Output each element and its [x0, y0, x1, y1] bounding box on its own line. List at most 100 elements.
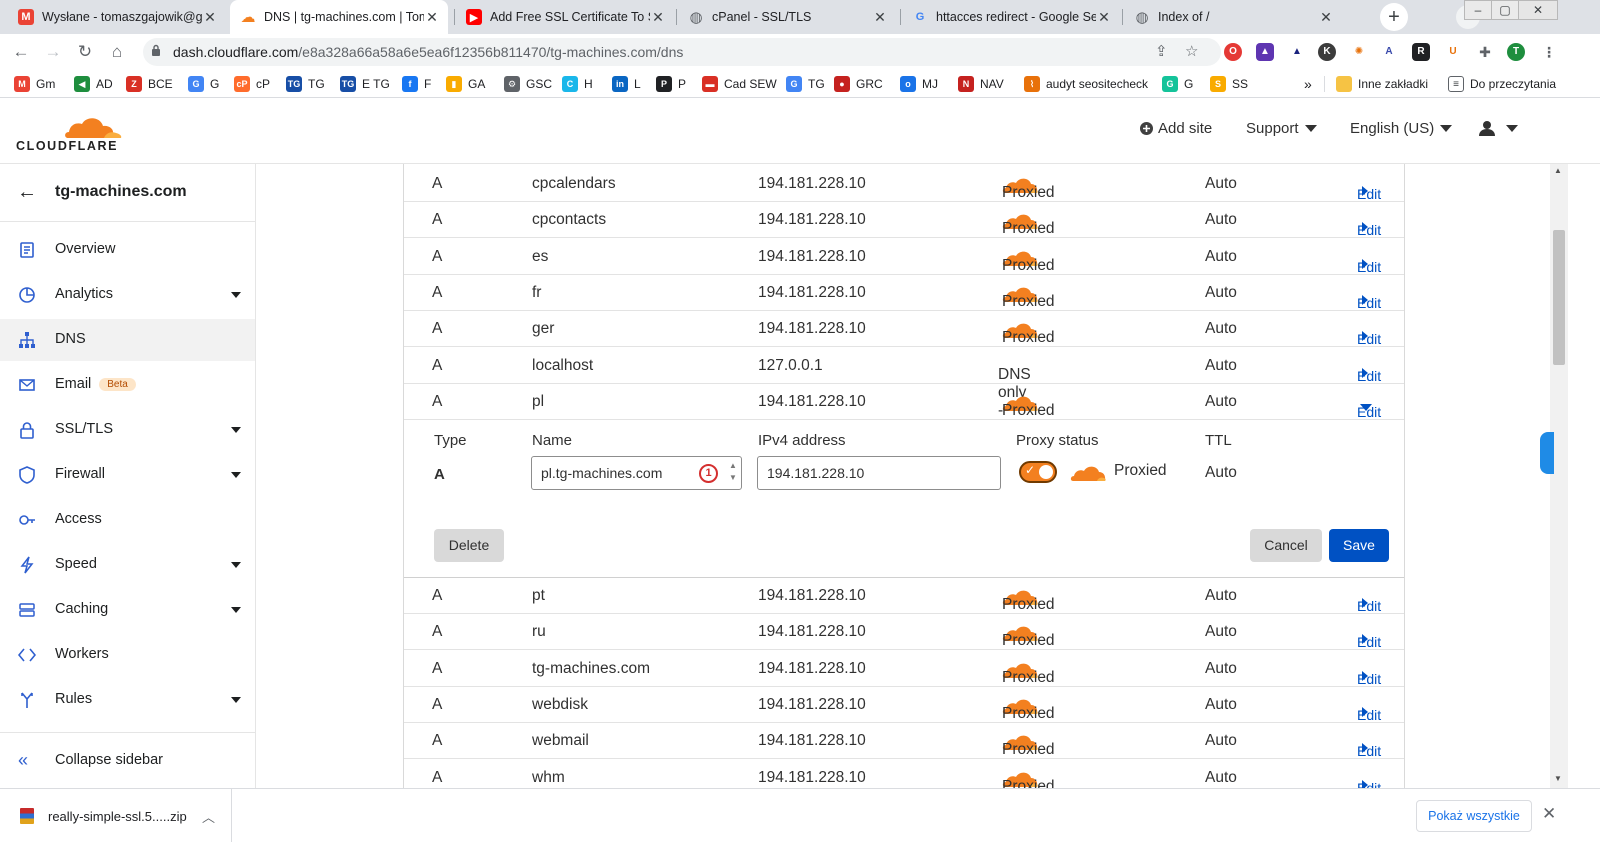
profile-avatar[interactable]: T	[1507, 43, 1525, 61]
chevron-down-icon[interactable]	[231, 472, 241, 478]
cloudflare-logo[interactable]: CLOUDFLARE	[16, 112, 126, 153]
bookmark-item[interactable]: cP cP	[234, 75, 270, 93]
download-item[interactable]: really-simple-ssl.5.....zip ︿	[0, 789, 232, 843]
back-arrow-icon[interactable]: ←	[8, 39, 34, 65]
dns-record-row[interactable]: Awebmail 194.181.228.10 Proxied Auto Edit	[404, 723, 1404, 760]
dns-record-row[interactable]: Acpcontacts 194.181.228.10 Proxied Auto Edit	[404, 202, 1404, 239]
bookmark-star-icon[interactable]: ☆	[1185, 42, 1198, 60]
tab-close-icon[interactable]: ✕	[1318, 9, 1334, 26]
sidebar-item-caching[interactable]: Caching	[0, 589, 255, 631]
chevron-down-icon[interactable]	[231, 562, 241, 568]
dns-record-row[interactable]: Apt 194.181.228.10 Proxied Auto Edit	[404, 578, 1404, 614]
reload-icon[interactable]: ↻	[72, 39, 98, 65]
sidebar-item-access[interactable]: Access	[0, 499, 255, 541]
site-selector[interactable]: ← tg-machines.com	[0, 164, 255, 222]
dns-record-row[interactable]: Afr 194.181.228.10 Proxied Auto Edit	[404, 275, 1404, 311]
user-menu[interactable]	[1478, 120, 1518, 136]
dns-record-row[interactable]: Apl 194.181.228.10 Proxied Auto Edit	[404, 384, 1404, 420]
extensions-puzzle-icon[interactable]: ✚	[1476, 43, 1494, 61]
sidebar-item-speed[interactable]: Speed	[0, 544, 255, 586]
browser-menu-icon[interactable]: ⋮	[1540, 43, 1558, 61]
u-extension-icon[interactable]: U	[1444, 43, 1462, 61]
dns-record-row[interactable]: Atg-machines.com 194.181.228.10 Proxied Aut…	[404, 651, 1404, 687]
address-bar[interactable]: dash.cloudflare.com/e8a328a66a58a6e5ea6f…	[143, 38, 1221, 66]
proxy-status-toggle[interactable]: ✓	[1019, 461, 1057, 483]
bookmark-item[interactable]: M Gm	[14, 75, 55, 93]
r-extension-icon[interactable]: R	[1412, 43, 1430, 61]
bookmark-item[interactable]: ▮ GA	[446, 75, 485, 93]
browser-tab[interactable]: Ghttacces redirect - Google Sear ✕	[902, 0, 1120, 34]
bookmark-item[interactable]: N NAV	[958, 75, 1004, 93]
browser-tab[interactable]: ☁ DNS | tg-machines.com | Toma ✕	[230, 0, 448, 34]
delete-button[interactable]: Delete	[434, 529, 504, 562]
bookmark-item[interactable]: fF	[402, 75, 431, 93]
dns-record-row[interactable]: Aru 194.181.228.10 Proxied Auto Edit	[404, 614, 1404, 651]
bookmark-item[interactable]: ⌇ audyt seositecheck	[1024, 75, 1148, 93]
bookmark-item[interactable]: ⚙ GSC	[504, 75, 552, 93]
tab-close-icon[interactable]: ✕	[872, 9, 888, 26]
bookmark-item[interactable]: TG E TG	[340, 75, 390, 93]
sidebar-item-analytics[interactable]: Analytics	[0, 274, 255, 316]
sidebar-item-email[interactable]: Email Beta	[0, 364, 255, 406]
sidebar-item-ssl-tls[interactable]: SSL/TLS	[0, 409, 255, 451]
sidebar-item-firewall[interactable]: Firewall	[0, 454, 255, 496]
browser-tab[interactable]: ◍ Index of / ✕	[1124, 0, 1342, 34]
browser-tab[interactable]: M Wysłane - tomaszgajowik@gm ✕	[8, 0, 226, 34]
bookmark-item[interactable]: Z BCE	[126, 75, 173, 93]
dns-record-row[interactable]: Aes 194.181.228.10 Proxied Auto Edit	[404, 239, 1404, 275]
gear-extension-icon[interactable]: ✺	[1350, 43, 1368, 61]
reading-list-button[interactable]: ≡ Do przeczytania	[1448, 75, 1556, 93]
dns-record-row[interactable]: Awhm 194.181.228.10 Proxied Auto Edit	[404, 760, 1404, 788]
new-tab-button[interactable]: +	[1380, 3, 1408, 31]
language-menu[interactable]: English (US)	[1350, 120, 1453, 137]
chevron-down-icon[interactable]	[231, 697, 241, 703]
share-icon[interactable]: ⇪	[1155, 42, 1168, 60]
bookmark-item[interactable]: G TG	[786, 75, 825, 93]
collapse-sidebar-button[interactable]: « Collapse sidebar	[0, 732, 255, 782]
add-site-button[interactable]: Add site	[1140, 120, 1212, 137]
bookmark-item[interactable]: in L	[612, 75, 641, 93]
dns-record-row[interactable]: Awebdisk 194.181.228.10 Proxied Auto Edit	[404, 687, 1404, 723]
support-menu[interactable]: Support	[1246, 120, 1317, 137]
browser-tab[interactable]: ▶ Add Free SSL Certificate To Sub✕	[456, 0, 674, 34]
translate-extension-icon[interactable]: A	[1380, 43, 1398, 61]
browser-tab[interactable]: ◍ cPanel - SSL/TLS ✕	[678, 0, 896, 34]
bookmark-item[interactable]: S SS	[1210, 75, 1248, 93]
page-scrollbar[interactable]: ▲ ▼	[1550, 164, 1568, 788]
show-all-downloads-button[interactable]: Pokaż wszystkie	[1416, 800, 1532, 832]
other-bookmarks-folder[interactable]: Inne zakładki	[1336, 75, 1428, 93]
dns-record-row[interactable]: Alocalhost127.0.0.1DNS only - local IPAu…	[404, 348, 1404, 455]
bookmarks-overflow-button[interactable]: »	[1304, 75, 1312, 93]
input-spinner[interactable]: ▲ ▼	[727, 460, 739, 486]
bookmark-item[interactable]: CH	[562, 75, 593, 93]
tab-close-icon[interactable]: ✕	[1096, 9, 1112, 26]
chevron-up-icon[interactable]: ︿	[202, 807, 215, 826]
sidebar-item-overview[interactable]: Overview	[0, 229, 255, 271]
home-icon[interactable]: ⌂	[104, 39, 130, 65]
tab-close-icon[interactable]: ✕	[424, 9, 440, 26]
bookmark-item[interactable]: ◀ AD	[74, 75, 113, 93]
opera-extension-icon[interactable]: O	[1224, 43, 1242, 61]
forward-arrow-icon[interactable]: →	[40, 39, 66, 65]
chevron-down-icon[interactable]	[231, 292, 241, 298]
save-button[interactable]: Save	[1329, 529, 1389, 562]
bookmark-item[interactable]: ▬ Cad SEW	[702, 75, 777, 93]
floating-side-tab[interactable]	[1540, 432, 1554, 474]
close-icon[interactable]: ✕	[1542, 804, 1556, 824]
bookmark-item[interactable]: GG	[1162, 75, 1193, 93]
bookmark-item[interactable]: PP	[656, 75, 686, 93]
triangle-extension-icon[interactable]: ▲	[1288, 43, 1306, 61]
bookmark-item[interactable]: o MJ	[900, 75, 938, 93]
bookmark-item[interactable]: TG TG	[286, 75, 325, 93]
bookmark-item[interactable]: GG	[188, 75, 219, 93]
scroll-up-icon[interactable]: ▲	[1554, 166, 1562, 175]
tab-close-icon[interactable]: ✕	[650, 9, 666, 26]
chevron-down-icon[interactable]	[231, 607, 241, 613]
password-manager-badge[interactable]: 1	[699, 464, 718, 483]
k-extension-icon[interactable]: K	[1318, 43, 1336, 61]
ipv4-address-input[interactable]: 194.181.228.10	[757, 456, 1001, 490]
chevron-down-icon[interactable]	[231, 427, 241, 433]
sidebar-item-workers[interactable]: Workers	[0, 634, 255, 676]
back-arrow-icon[interactable]: ←	[17, 181, 37, 204]
sidebar-item-rules[interactable]: Rules	[0, 679, 255, 721]
